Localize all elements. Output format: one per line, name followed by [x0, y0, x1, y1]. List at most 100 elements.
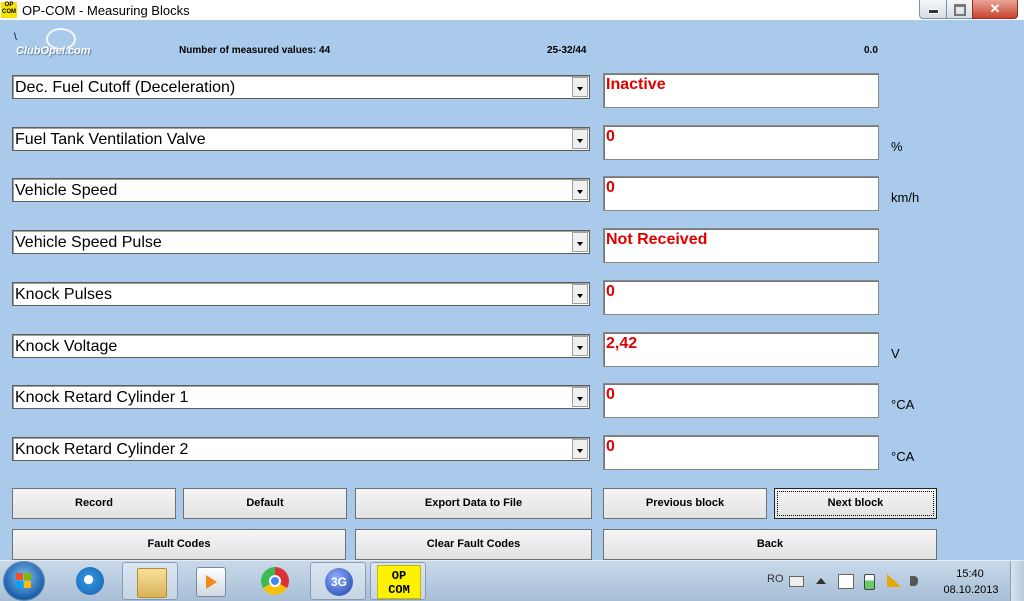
export-data-button[interactable]: Export Data to File — [355, 488, 592, 519]
measurement-value-box: Not Received — [603, 228, 879, 263]
maximize-icon — [954, 4, 966, 16]
opcom-app-icon: OP COM — [1, 2, 17, 18]
measurement-value: Inactive — [606, 76, 666, 93]
chevron-down-icon[interactable] — [572, 439, 588, 459]
chevron-down-icon[interactable] — [572, 180, 588, 200]
windows-logo-icon — [16, 573, 32, 589]
measurement-select[interactable]: Knock Voltage — [12, 334, 590, 358]
measurement-row: Knock Voltage 2,42 V — [0, 332, 1024, 374]
record-button[interactable]: Record — [12, 488, 176, 519]
minimize-icon — [928, 9, 939, 14]
chrome-icon — [261, 567, 289, 595]
taskbar-media-player[interactable] — [182, 562, 238, 600]
taskbar-windows-explorer[interactable] — [122, 562, 178, 600]
chevron-down-icon[interactable] — [572, 77, 588, 97]
measurement-row: Vehicle Speed 0 km/h — [0, 176, 1024, 218]
measurement-row: Knock Retard Cylinder 2 0 °CA — [0, 435, 1024, 477]
taskbar-3g-connection[interactable]: 3G — [310, 562, 366, 600]
maximize-button[interactable] — [946, 0, 973, 19]
clock-time[interactable]: 15:40 — [942, 568, 998, 580]
previous-block-button[interactable]: Previous block — [603, 488, 767, 519]
chevron-down-icon[interactable] — [572, 336, 588, 356]
measurement-select[interactable]: Vehicle Speed Pulse — [12, 230, 590, 254]
measurement-unit: °CA — [891, 397, 915, 412]
measurement-row: Vehicle Speed Pulse Not Received — [0, 228, 1024, 270]
chevron-down-icon[interactable] — [572, 232, 588, 252]
measurement-value-box: 0 — [603, 125, 879, 160]
measurement-name: Knock Voltage — [15, 338, 118, 355]
measurement-select[interactable]: Knock Retard Cylinder 2 — [12, 437, 590, 461]
measurement-unit: °CA — [891, 449, 915, 464]
measurement-unit: % — [891, 139, 903, 154]
opcom-icon: OP COM — [377, 565, 421, 599]
minimize-button[interactable] — [919, 0, 947, 19]
measurement-name: Vehicle Speed Pulse — [15, 234, 162, 251]
chevron-down-icon[interactable] — [572, 129, 588, 149]
measurement-select[interactable]: Dec. Fuel Cutoff (Deceleration) — [12, 75, 590, 99]
measurement-unit: km/h — [891, 190, 920, 205]
measurement-value: 0 — [606, 386, 615, 403]
measured-count-label: Number of measured values: 44 — [179, 45, 331, 56]
measurement-value-box: 0 — [603, 176, 879, 211]
back-button[interactable]: Back — [603, 529, 937, 560]
clubopel-logo: \ ClubOpel.com — [12, 28, 112, 60]
measurement-name: Vehicle Speed — [15, 182, 118, 199]
clock-date[interactable]: 08.10.2013 — [940, 584, 1002, 596]
measurement-value-box: Inactive — [603, 73, 879, 108]
measurement-select[interactable]: Knock Pulses — [12, 282, 590, 306]
action-center-icon[interactable] — [838, 574, 854, 589]
keyboard-icon[interactable] — [789, 576, 804, 587]
measurement-row: Knock Pulses 0 — [0, 280, 1024, 322]
measurement-value: 0 — [606, 128, 615, 145]
measurement-value: 0 — [606, 179, 615, 196]
logo-text: ClubOpel.com — [16, 45, 91, 57]
measurement-value: 0 — [606, 438, 615, 455]
logo-slash: \ — [14, 32, 17, 43]
fault-codes-button[interactable]: Fault Codes — [12, 529, 346, 560]
taskbar-internet-explorer[interactable] — [62, 562, 118, 600]
measurement-value-box: 0 — [603, 383, 879, 418]
battery-icon[interactable] — [864, 574, 875, 590]
measurement-select[interactable]: Knock Retard Cylinder 1 — [12, 385, 590, 409]
chevron-down-icon[interactable] — [572, 284, 588, 304]
taskbar: 3G OP COM RO 15:40 08.10.2013 — [0, 560, 1024, 601]
measurement-row: Fuel Tank Ventilation Valve 0 % — [0, 125, 1024, 167]
measurement-value-box: 2,42 — [603, 332, 879, 367]
measurement-select[interactable]: Fuel Tank Ventilation Valve — [12, 127, 590, 151]
close-button[interactable]: ✕ — [972, 0, 1018, 19]
internet-explorer-icon — [76, 567, 104, 595]
start-button[interactable] — [4, 562, 44, 600]
measurement-value: 2,42 — [606, 335, 638, 352]
measurement-name: Knock Retard Cylinder 1 — [15, 389, 189, 406]
measurement-value-box: 0 — [603, 280, 879, 315]
measurement-unit: V — [891, 346, 900, 361]
taskbar-chrome[interactable] — [247, 562, 303, 600]
taskbar-op-com[interactable]: OP COM — [370, 562, 426, 600]
measurement-value: 0 — [606, 283, 615, 300]
default-button[interactable]: Default — [183, 488, 347, 519]
folder-icon — [137, 568, 167, 598]
network-signal-icon[interactable] — [887, 574, 901, 587]
info-value-label: 0.0 — [864, 45, 878, 56]
measurement-name: Fuel Tank Ventilation Valve — [15, 131, 206, 148]
next-block-button[interactable]: Next block — [774, 488, 937, 519]
clear-fault-codes-button[interactable]: Clear Fault Codes — [355, 529, 592, 560]
measurement-row: Knock Retard Cylinder 1 0 °CA — [0, 383, 1024, 425]
show-desktop-button[interactable] — [1010, 561, 1024, 601]
media-player-icon — [196, 567, 226, 597]
measurement-name: Dec. Fuel Cutoff (Deceleration) — [15, 79, 236, 96]
language-indicator[interactable]: RO — [767, 573, 784, 585]
measurement-select[interactable]: Vehicle Speed — [12, 178, 590, 202]
window-title: OP-COM - Measuring Blocks — [22, 3, 190, 18]
block-range-label: 25-32/44 — [547, 45, 587, 56]
measurement-value-box: 0 — [603, 435, 879, 470]
volume-icon[interactable] — [910, 576, 918, 586]
title-bar: OP COM OP-COM - Measuring Blocks ✕ — [0, 0, 1024, 20]
measurement-row: Dec. Fuel Cutoff (Deceleration) Inactive — [0, 73, 1024, 115]
measurement-name: Knock Retard Cylinder 2 — [15, 441, 189, 458]
measurement-value: Not Received — [606, 231, 708, 248]
measurement-name: Knock Pulses — [15, 286, 112, 303]
close-icon: ✕ — [989, 1, 1001, 16]
chevron-down-icon[interactable] — [572, 387, 588, 407]
show-hidden-icons-icon[interactable] — [816, 578, 826, 584]
